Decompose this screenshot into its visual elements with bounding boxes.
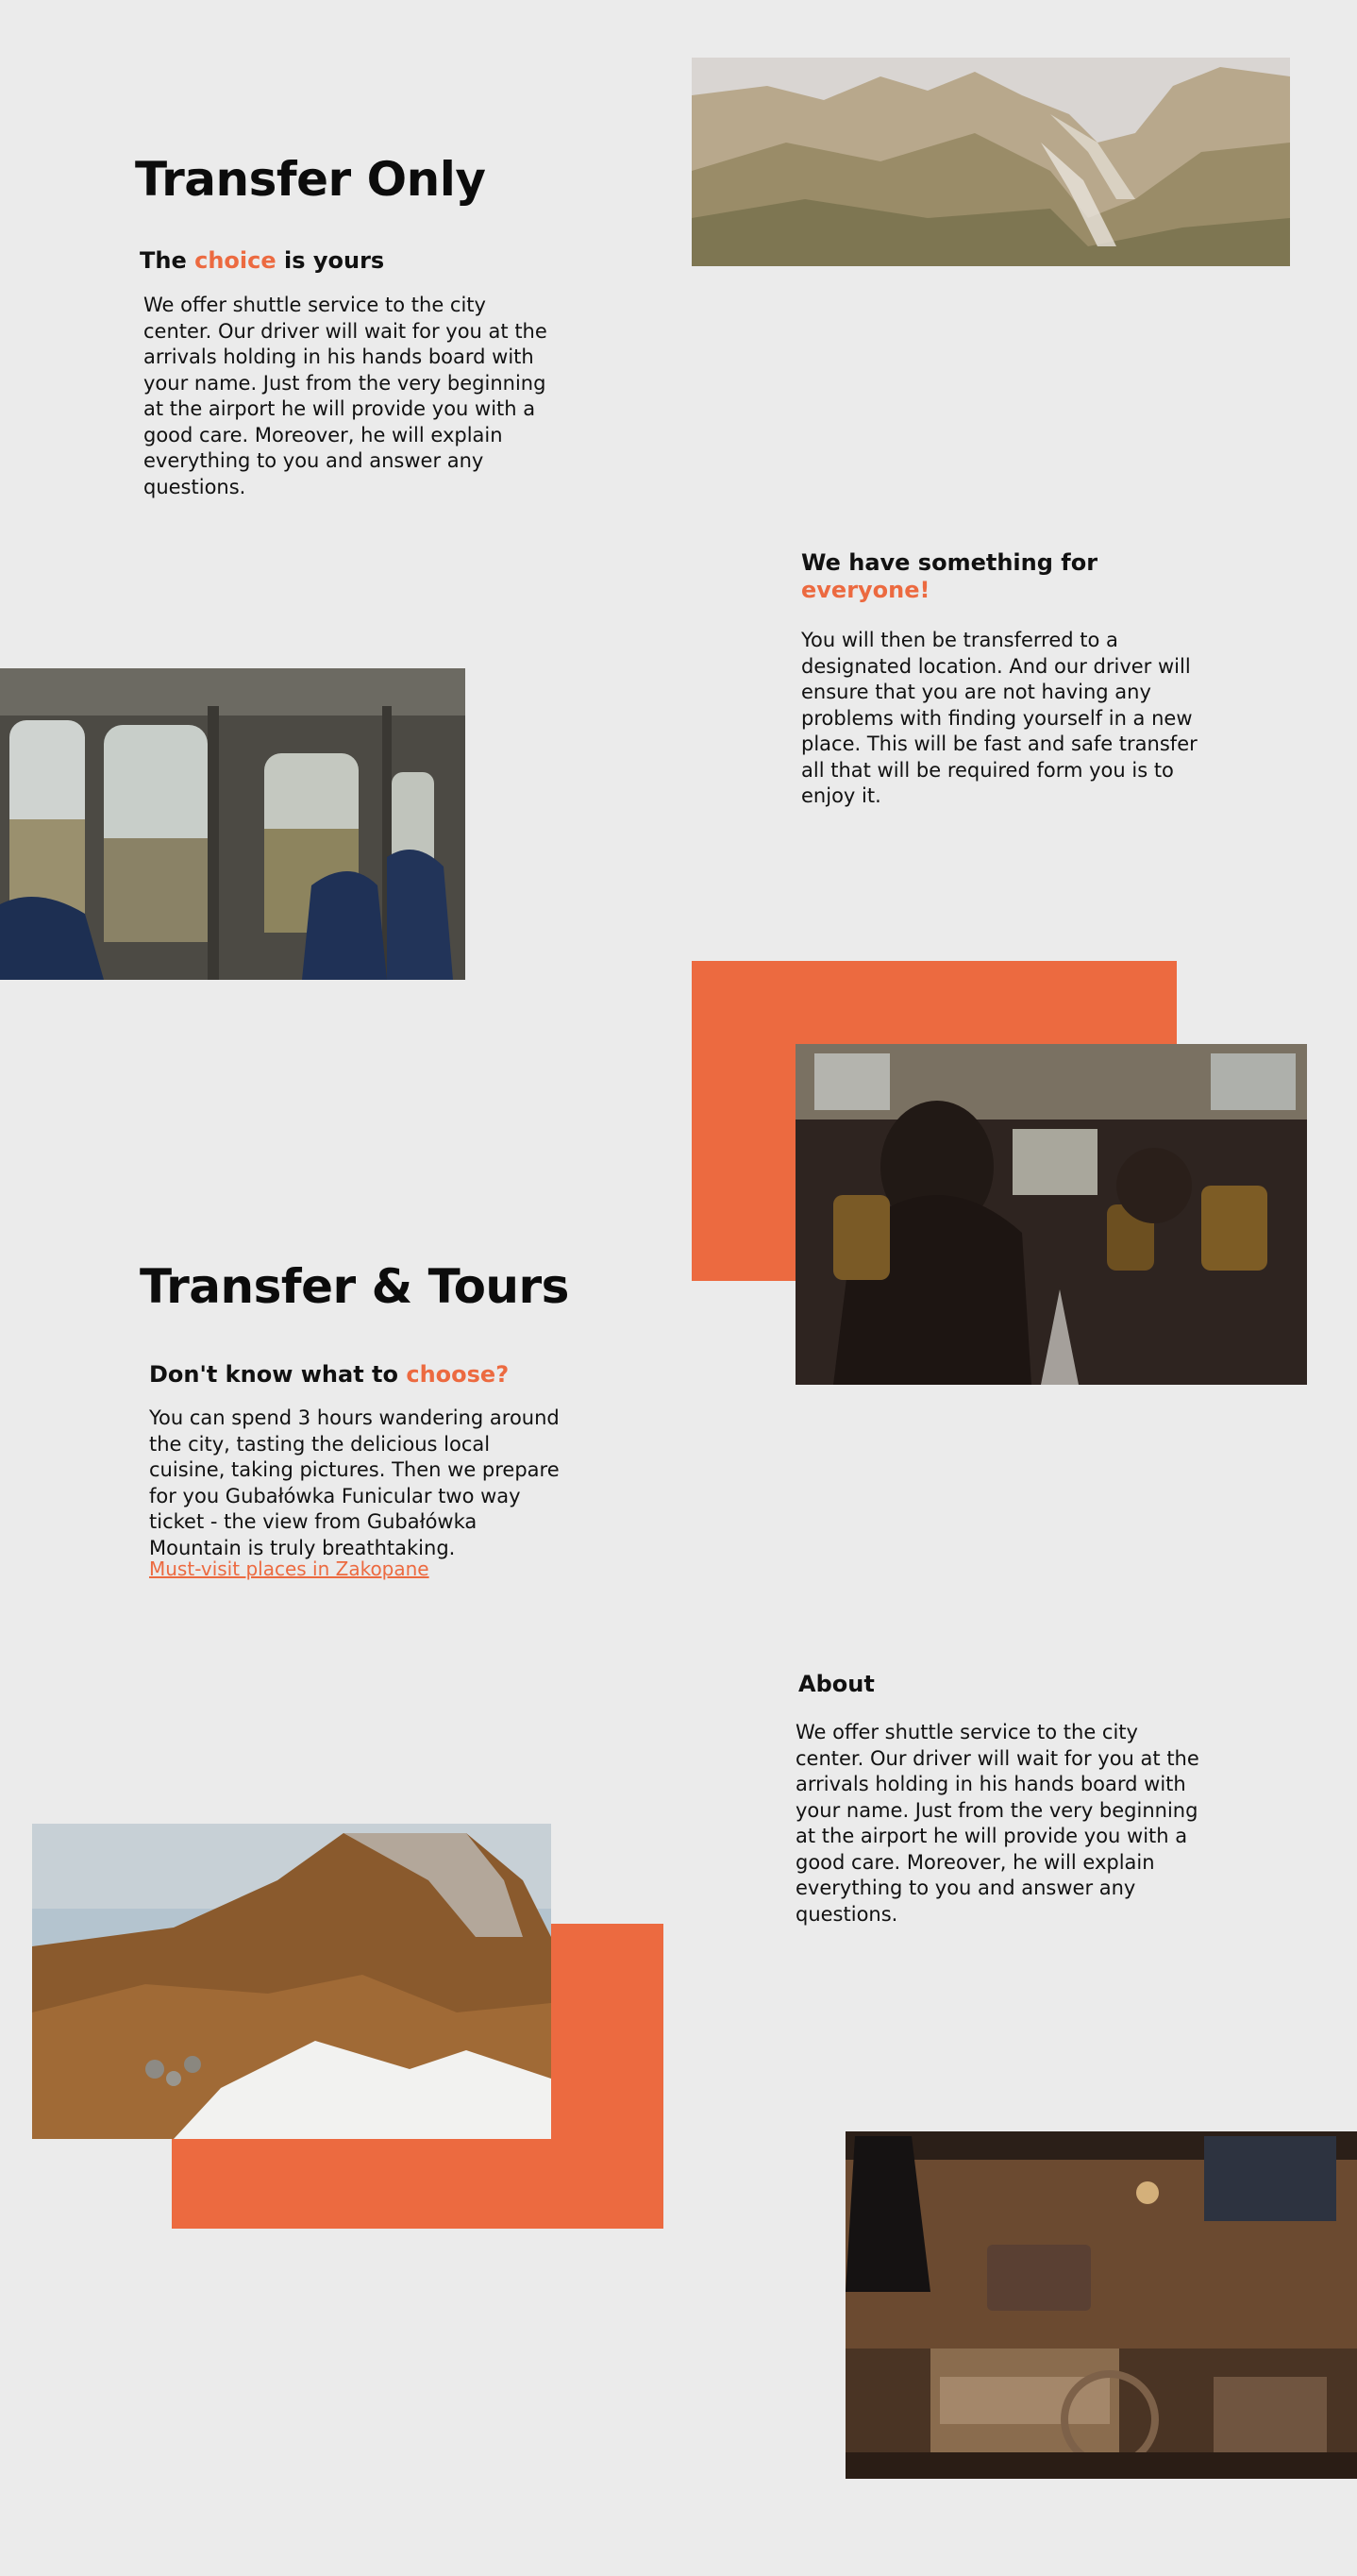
section4-title: About [798, 1671, 875, 1697]
section3-title: Transfer & Tours [140, 1259, 569, 1314]
section1-title: Transfer Only [135, 152, 486, 207]
section3-subheading-pre: Don't know what to [149, 1361, 407, 1388]
section3-subheading: Don't know what to choose? [149, 1359, 509, 1389]
zakopane-places-link[interactable]: Must-visit places in Zakopane [149, 1557, 429, 1580]
section1-subheading-pre: The [140, 247, 195, 274]
train-interior-photo [0, 668, 465, 980]
section1-subheading: The choice is yours [140, 245, 384, 276]
section2-subheading: We have something for everyone! [801, 549, 1097, 604]
section4-body: We offer shuttle service to the city cen… [796, 1721, 1199, 1926]
section2-body: You will then be transferred to a design… [801, 629, 1198, 807]
section1-subheading-post: is yours [276, 247, 385, 274]
section2-subheading-accent: everyone! [801, 577, 930, 603]
mountain-valley-photo [692, 58, 1290, 266]
section3-subheading-accent: choose? [406, 1361, 510, 1388]
section3-body: You can spend 3 hours wandering around t… [149, 1406, 560, 1559]
cabin-interior-photo [846, 2131, 1357, 2479]
section2-subheading-line1: We have something for [801, 549, 1098, 576]
bus-interior-photo [796, 1044, 1307, 1385]
section1-body: We offer shuttle service to the city cen… [143, 294, 547, 498]
section1-subheading-accent: choice [194, 247, 276, 274]
mountain-slope-photo [32, 1824, 551, 2139]
